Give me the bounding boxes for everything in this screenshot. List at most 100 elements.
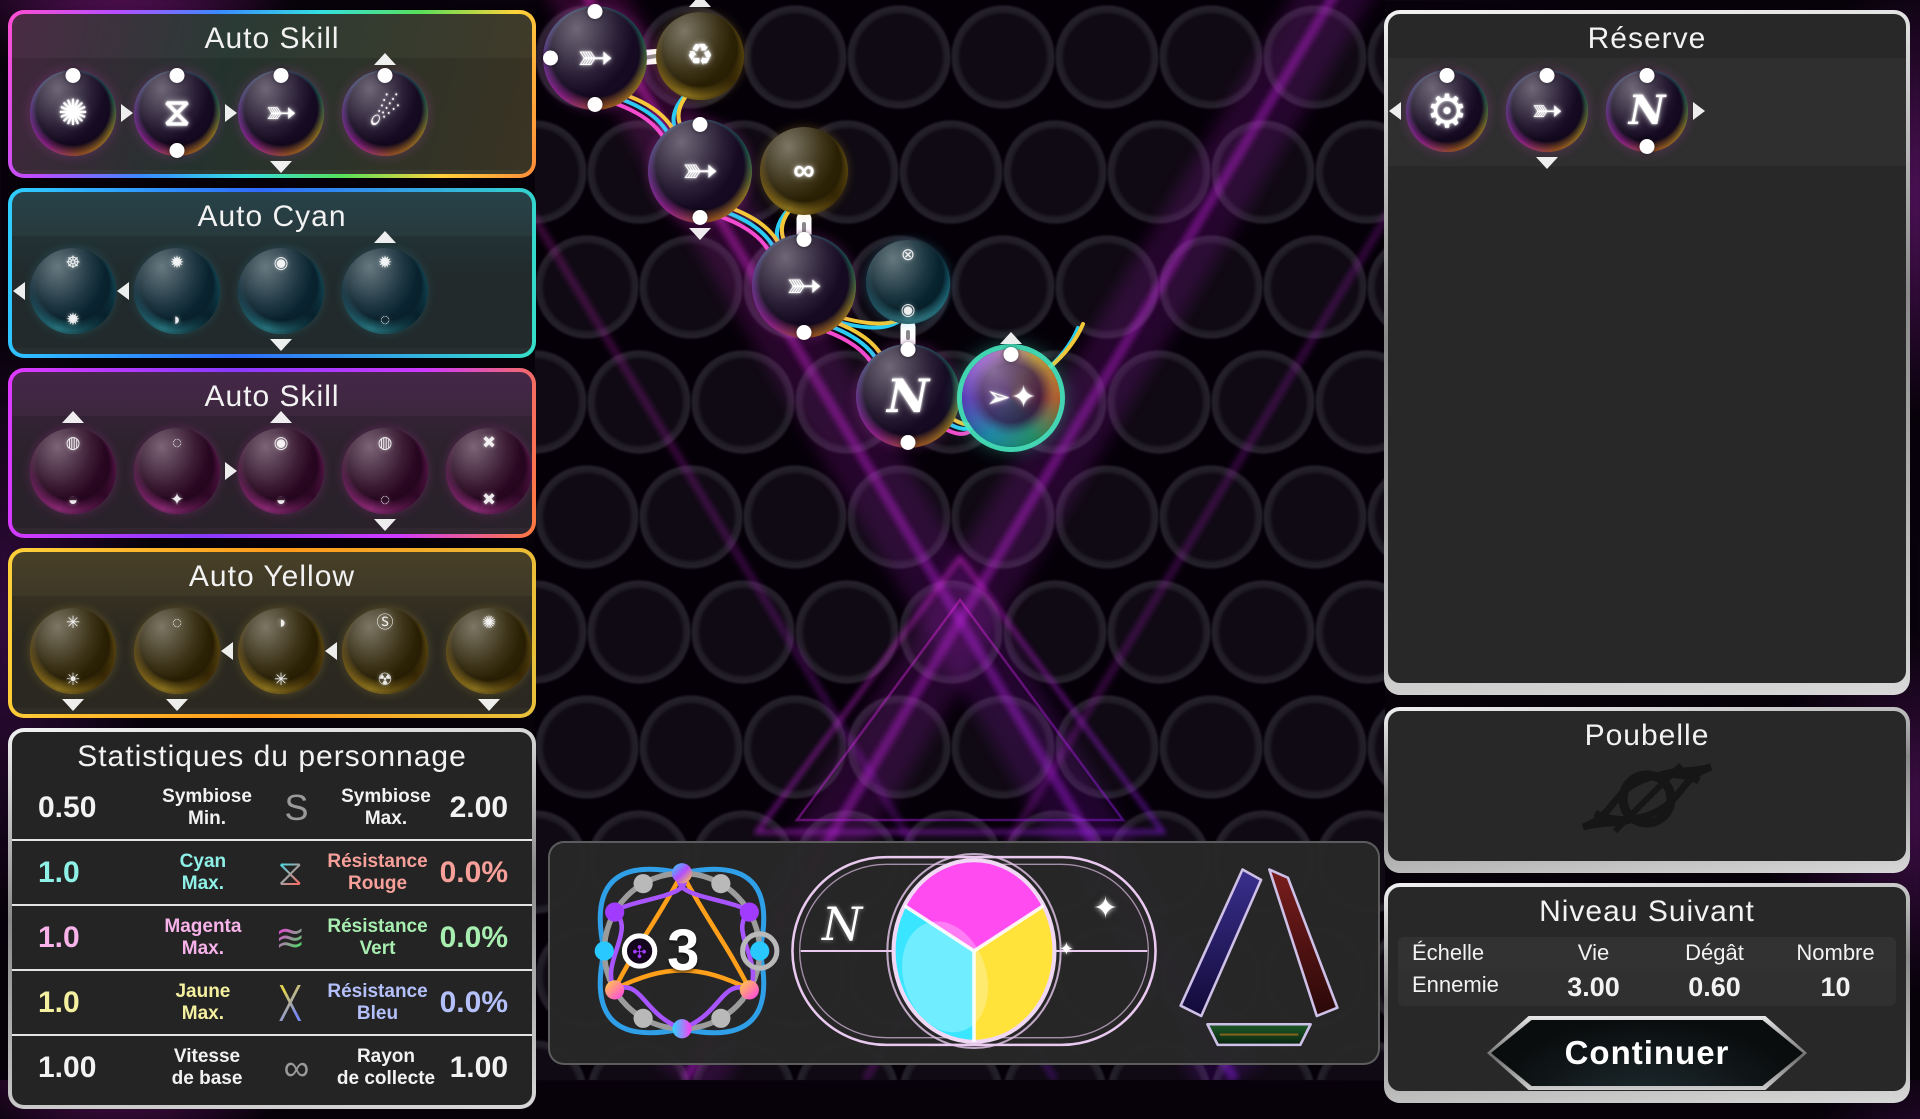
orb-sub-glyph: ✖ xyxy=(482,491,496,508)
orb-sub-glyph: ◑ xyxy=(276,614,286,631)
orb-glyph: ➳ xyxy=(682,149,719,193)
orb-socket-dot xyxy=(901,342,916,357)
skill-orb[interactable]: ✖✖ xyxy=(446,428,532,514)
skill-orb[interactable]: ✳☀ xyxy=(30,608,116,694)
orb-sub-glyph: ◉ xyxy=(274,434,289,451)
stat-value-left: 0.50 xyxy=(26,791,143,825)
resistance-vert-icon: ≋ xyxy=(265,920,315,956)
skill-orb[interactable]: ⚙ xyxy=(1406,70,1488,152)
stat-label-right: Résistance Vert xyxy=(315,916,439,960)
skill-orb[interactable]: ✺ xyxy=(30,70,116,156)
sparkle-icon: ✦ xyxy=(1093,891,1118,926)
skill-orb[interactable]: ➳ xyxy=(238,70,324,156)
skill-orb[interactable]: ◍◒ xyxy=(30,428,116,514)
down-arrow-icon xyxy=(689,228,711,240)
orb-row-auto-yellow: ✳☀◌◑✳Ⓢ☢✺ xyxy=(12,596,532,708)
orb-row-auto-cyan: ☸✹✹◗◉✹◌ xyxy=(12,236,532,348)
down-arrow-icon xyxy=(1536,157,1558,169)
orb-socket-dot xyxy=(693,117,708,132)
orb-socket-dot xyxy=(1640,68,1655,83)
stat-label-left: Magenta Max. xyxy=(141,916,265,960)
panel-auto-skill-top: Auto Skill ✺⧖➳☄ xyxy=(8,10,536,178)
skill-orb[interactable]: ◌ xyxy=(134,608,220,694)
orb-socket-dot xyxy=(543,51,558,66)
orb-sub-glyph: ✹ xyxy=(378,254,392,271)
skill-orb[interactable]: ♻ xyxy=(656,12,744,100)
stat-label-right: Rayon de collecte xyxy=(322,1046,449,1090)
skill-orb[interactable]: ➳ xyxy=(648,119,752,223)
skill-orb[interactable]: ✹◗ xyxy=(134,248,220,334)
orb-glyph: N xyxy=(887,373,929,419)
skill-orb[interactable]: ◌✦ xyxy=(134,428,220,514)
panel-auto-yellow: Auto Yellow ✳☀◌◑✳Ⓢ☢✺ xyxy=(8,548,536,718)
orb-sub-glyph: ◍ xyxy=(66,434,81,451)
sparkle-icon: ✦ xyxy=(1059,939,1074,960)
skill-orb[interactable]: ✺ xyxy=(446,608,532,694)
skill-orb[interactable]: ⧖ xyxy=(134,70,220,156)
orb-glyph: ⚙ xyxy=(1426,88,1467,134)
symbiose-n-glyph: N xyxy=(822,897,862,951)
orb-glyph: ♻ xyxy=(687,41,714,71)
orb-glyph: ∞ xyxy=(793,156,814,186)
skill-orb[interactable]: ∞ xyxy=(760,127,848,215)
orb-sub-glyph: ◉ xyxy=(274,254,289,271)
stat-value-left: 1.0 xyxy=(26,856,141,890)
next-level-labels: Échelle Vie Dégât Nombre xyxy=(1398,937,1896,969)
orb-sub-glyph: ☢ xyxy=(377,671,392,688)
resistance-bleu-icon: ╳ xyxy=(265,985,315,1021)
down-arrow-icon xyxy=(374,519,396,531)
skill-orb[interactable]: N xyxy=(1606,70,1688,152)
reserve-title: Réserve xyxy=(1388,14,1906,58)
down-arrow-icon xyxy=(166,699,188,711)
left-arrow-icon xyxy=(325,642,337,660)
symbiose-icon: S xyxy=(271,790,323,826)
vie-value: 3.00 xyxy=(1533,969,1654,1006)
skill-orb[interactable]: ☄ xyxy=(342,70,428,156)
stat-value-right: 0.0% xyxy=(440,921,518,955)
orb-sub-glyph: ◒ xyxy=(68,491,78,508)
skill-orb[interactable]: ◉◒ xyxy=(238,428,324,514)
triangle-progress-widget[interactable] xyxy=(1160,853,1356,1054)
skill-orb[interactable]: Ⓢ☢ xyxy=(342,608,428,694)
orb-sub-glyph: ✹ xyxy=(170,254,184,271)
orb-sub-glyph: ◉ xyxy=(901,301,916,318)
stat-label-left: Jaune Max. xyxy=(141,981,265,1025)
skill-orb[interactable]: ➳ xyxy=(752,234,856,338)
skill-orb[interactable]: ➳ xyxy=(543,6,647,110)
orb-sub-glyph: ✳ xyxy=(66,614,80,631)
stat-row: 1.0Cyan Max.⧖Résistance Rouge0.0% xyxy=(12,839,532,904)
skill-orb[interactable]: ◉ xyxy=(238,248,324,334)
skill-orb[interactable]: N xyxy=(856,344,960,448)
skill-orb[interactable]: ☸✹ xyxy=(30,248,116,334)
orb-glyph: ➳ xyxy=(786,264,823,308)
orb-socket-dot xyxy=(797,325,812,340)
degat-value: 0.60 xyxy=(1654,969,1775,1006)
triangle-progress-icon xyxy=(1160,853,1356,1049)
panel-title: Auto Skill xyxy=(12,14,532,58)
skill-orb[interactable]: ✹◌ xyxy=(342,248,428,334)
continue-button[interactable]: Continuer xyxy=(1487,1016,1807,1090)
color-wheel-capsule xyxy=(788,853,1160,1049)
orb-sub-glyph: ◌ xyxy=(172,614,182,631)
stat-row: 1.00Vitesse de base∞Rayon de collecte1.0… xyxy=(12,1034,532,1099)
orb-sub-glyph: ☸ xyxy=(65,254,80,271)
skill-orb[interactable]: ◍◌ xyxy=(342,428,428,514)
panel-poubelle[interactable]: Poubelle xyxy=(1384,707,1910,873)
stat-value-right: 1.00 xyxy=(450,1051,518,1085)
skill-orb[interactable]: ➢✦ xyxy=(962,349,1060,447)
stat-row: 1.0Jaune Max.╳Résistance Bleu0.0% xyxy=(12,969,532,1034)
nombre-value: 10 xyxy=(1775,969,1896,1006)
skill-orb[interactable]: ⊗◉ xyxy=(866,240,950,324)
next-level-title: Niveau Suivant xyxy=(1388,887,1906,931)
orb-sub-glyph: Ⓢ xyxy=(377,614,394,631)
stat-label-right: Symbiose Max. xyxy=(322,786,449,830)
skill-orb[interactable]: ➳ xyxy=(1506,70,1588,152)
skill-orb[interactable]: ◑✳ xyxy=(238,608,324,694)
symbiosis-graph-widget[interactable]: ✣ 3 xyxy=(576,845,788,1062)
up-arrow-icon xyxy=(689,0,711,7)
down-arrow-icon xyxy=(270,339,292,351)
nombre-label: Nombre xyxy=(1775,937,1896,969)
stats-rows: 0.50Symbiose Min.SSymbiose Max.2.001.0Cy… xyxy=(12,776,532,1099)
orb-sub-glyph: ☀ xyxy=(65,671,80,688)
color-wheel-widget[interactable]: N ✦ ✦ xyxy=(788,853,1160,1054)
